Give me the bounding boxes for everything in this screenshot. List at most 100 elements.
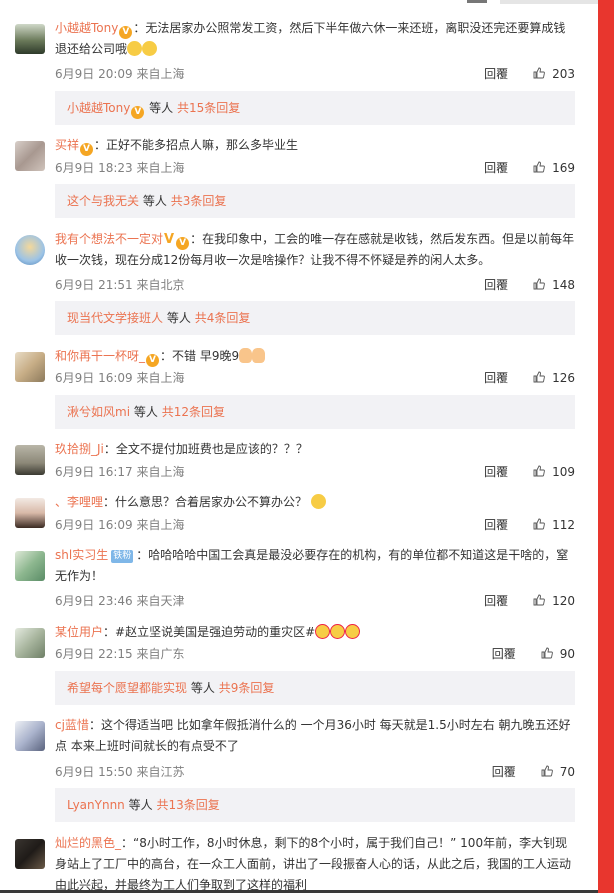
reply-count-link[interactable]: 共4条回复 bbox=[195, 311, 251, 325]
comment-text: 小越越Tony V ：无法居家办公照常发工资，然后下半年做六休一来还班，离职没还完还… bbox=[55, 18, 575, 60]
reply-button[interactable]: 回覆 bbox=[484, 161, 508, 175]
comment-username[interactable]: shl实习生 bbox=[55, 548, 108, 562]
reply-username[interactable]: 希望每个愿望都能实现 bbox=[67, 681, 187, 695]
comment-username[interactable]: 某位用户 bbox=[55, 625, 103, 639]
comment-meta: 6月9日 16:09 来自上海 bbox=[55, 518, 185, 532]
comment-content: ：什么意思？合着居家办公不算办公？ bbox=[103, 495, 308, 509]
like-count: 120 bbox=[552, 594, 575, 608]
reply-button[interactable]: 回覆 bbox=[484, 278, 508, 292]
thumbs-up-icon[interactable] bbox=[533, 161, 545, 173]
thumbs-up-icon[interactable] bbox=[541, 765, 553, 777]
reply-summary[interactable]: 希望每个愿望都能实现 等人 共9条回复 bbox=[55, 671, 575, 705]
reply-username[interactable]: LyanYnnn bbox=[67, 798, 125, 812]
comment-username[interactable]: 灿烂的黑色_ bbox=[55, 836, 121, 850]
comment-actions: 回覆 203 bbox=[484, 65, 575, 83]
comment-username[interactable]: 买祥 bbox=[55, 138, 79, 152]
reply-others: 等人 bbox=[166, 311, 191, 325]
reply-username[interactable]: 湫兮如风mi bbox=[67, 405, 130, 419]
avatar[interactable] bbox=[15, 551, 45, 581]
avatar[interactable] bbox=[15, 235, 45, 265]
reply-summary[interactable]: 现当代文学接班人 等人 共4条回复 bbox=[55, 301, 575, 335]
like-count: 112 bbox=[552, 518, 575, 532]
thumbs-up-icon[interactable] bbox=[541, 647, 553, 659]
like-count: 126 bbox=[552, 371, 575, 385]
comment-username[interactable]: cj蓝惜 bbox=[55, 718, 89, 732]
comment-text: 买祥 V ：正好不能多招点人嘛，那么多毕业生 bbox=[55, 135, 575, 156]
comment-meta: 6月9日 20:09 来自上海 bbox=[55, 67, 185, 81]
comment-actions: 回覆 112 bbox=[484, 516, 575, 534]
thumbs-up-icon[interactable] bbox=[533, 518, 545, 530]
avatar[interactable] bbox=[15, 24, 45, 54]
like-count: 90 bbox=[559, 647, 575, 661]
sweat-emoji-icon bbox=[310, 494, 326, 509]
reply-summary[interactable]: 湫兮如风mi 等人 共12条回复 bbox=[55, 395, 575, 429]
comment-username[interactable]: 和你再干一杯呀_ bbox=[55, 349, 145, 363]
comment-username[interactable]: 小越越Tony bbox=[55, 21, 118, 35]
reply-others: 等人 bbox=[190, 681, 215, 695]
reply-summary[interactable]: 这个与我无关 等人 共3条回复 bbox=[55, 184, 575, 218]
reply-others: 等人 bbox=[149, 101, 174, 115]
avatar[interactable] bbox=[15, 352, 45, 382]
reply-button[interactable]: 回覆 bbox=[484, 371, 508, 385]
comment-meta: 6月9日 16:09 来自上海 bbox=[55, 371, 185, 385]
comment-text: 灿烂的黑色_：“8小时工作，8小时休息，剩下的8个小时，属于我们自己！” 100… bbox=[55, 833, 575, 890]
comment-username[interactable]: 我有个想法不一定对 bbox=[55, 232, 163, 246]
comment-text: 我有个想法不一定对V V ：在我印象中，工会的唯一存在感就是收钱，然后发东西。但是以… bbox=[55, 229, 575, 271]
reply-username[interactable]: 现当代文学接班人 bbox=[67, 311, 163, 325]
reply-button[interactable]: 回覆 bbox=[484, 594, 508, 608]
comment-content: ：这个得适当吧 比如拿年假抵消什么的 一个月36小时 每天就是1.5小时左右 朝… bbox=[55, 718, 571, 753]
like-count: 70 bbox=[559, 765, 575, 779]
reply-username[interactable]: 这个与我无关 bbox=[67, 194, 139, 208]
comment-actions: 回覆 169 bbox=[484, 159, 575, 177]
shocked-emoji-icon bbox=[345, 624, 361, 639]
like-count: 148 bbox=[552, 278, 575, 292]
thumbs-up-icon[interactable] bbox=[533, 594, 545, 606]
thumbs-up-icon[interactable] bbox=[533, 67, 545, 79]
reply-summary[interactable]: LyanYnnn 等人 共13条回复 bbox=[55, 788, 575, 822]
reply-count-link[interactable]: 共3条回复 bbox=[171, 194, 227, 208]
avatar[interactable] bbox=[15, 141, 45, 171]
reply-button[interactable]: 回覆 bbox=[484, 67, 508, 81]
avatar[interactable] bbox=[15, 721, 45, 751]
comment-meta: 6月9日 23:46 来自天津 bbox=[55, 594, 185, 608]
reply-others: 等人 bbox=[142, 194, 167, 208]
comment-text: cj蓝惜：这个得适当吧 比如拿年假抵消什么的 一个月36小时 每天就是1.5小时… bbox=[55, 715, 575, 757]
scrollbar[interactable] bbox=[598, 0, 614, 893]
verified-badge-icon: V bbox=[146, 354, 160, 367]
comment-actions: 回覆 70 bbox=[492, 763, 575, 781]
comment-actions: 回覆 90 bbox=[492, 645, 575, 663]
reply-count-link[interactable]: 共13条回复 bbox=[156, 798, 219, 812]
reply-button[interactable]: 回覆 bbox=[484, 465, 508, 479]
thumbs-up-icon[interactable] bbox=[533, 465, 545, 477]
comment-username[interactable]: 、李哩哩 bbox=[55, 495, 103, 509]
reply-others: 等人 bbox=[133, 405, 158, 419]
reply-button[interactable]: 回覆 bbox=[484, 518, 508, 532]
reply-username[interactable]: 小越越Tony bbox=[67, 101, 130, 115]
smile-emoji-icon bbox=[127, 41, 143, 56]
vip-v-icon: V bbox=[164, 232, 175, 247]
reply-count-link[interactable]: 共9条回复 bbox=[219, 681, 275, 695]
thumbs-up-icon[interactable] bbox=[533, 371, 545, 383]
reply-count-link[interactable]: 共15条回复 bbox=[177, 101, 240, 115]
avatar[interactable] bbox=[15, 445, 45, 475]
comment-content: ：#赵立坚说美国是强迫劳动的重灾区# bbox=[103, 625, 316, 639]
thumbs-up-icon[interactable] bbox=[533, 278, 545, 290]
comment-content: ：正好不能多招点人嘛，那么多毕业生 bbox=[94, 138, 299, 152]
avatar[interactable] bbox=[15, 628, 45, 658]
comment-item: 灿烂的黑色_：“8小时工作，8小时休息，剩下的8个小时，属于我们自己！” 100… bbox=[0, 833, 598, 890]
reply-button[interactable]: 回覆 bbox=[492, 765, 516, 779]
avatar[interactable] bbox=[15, 498, 45, 528]
reply-count-link[interactable]: 共12条回复 bbox=[162, 405, 225, 419]
comment-content: ：“8小时工作，8小时休息，剩下的8个小时，属于我们自己！” 100年前，李大钊… bbox=[55, 836, 572, 890]
verified-badge-icon: V bbox=[131, 106, 145, 119]
reply-summary[interactable]: 小越越Tony V 等人 共15条回复 bbox=[55, 91, 575, 125]
comment-meta: 6月9日 18:23 来自上海 bbox=[55, 161, 185, 175]
avatar[interactable] bbox=[15, 839, 45, 869]
comment-actions: 回覆 120 bbox=[484, 592, 575, 610]
comment-meta: 6月9日 15:50 来自江苏 bbox=[55, 765, 185, 779]
comment-content: ：不错 早9晚9 bbox=[160, 349, 240, 363]
verified-badge-icon: V bbox=[176, 237, 190, 250]
comment-username[interactable]: 玖拾捌_Ji bbox=[55, 442, 104, 456]
thumbs-up-emoji-icon bbox=[239, 348, 253, 363]
reply-button[interactable]: 回覆 bbox=[492, 647, 516, 661]
